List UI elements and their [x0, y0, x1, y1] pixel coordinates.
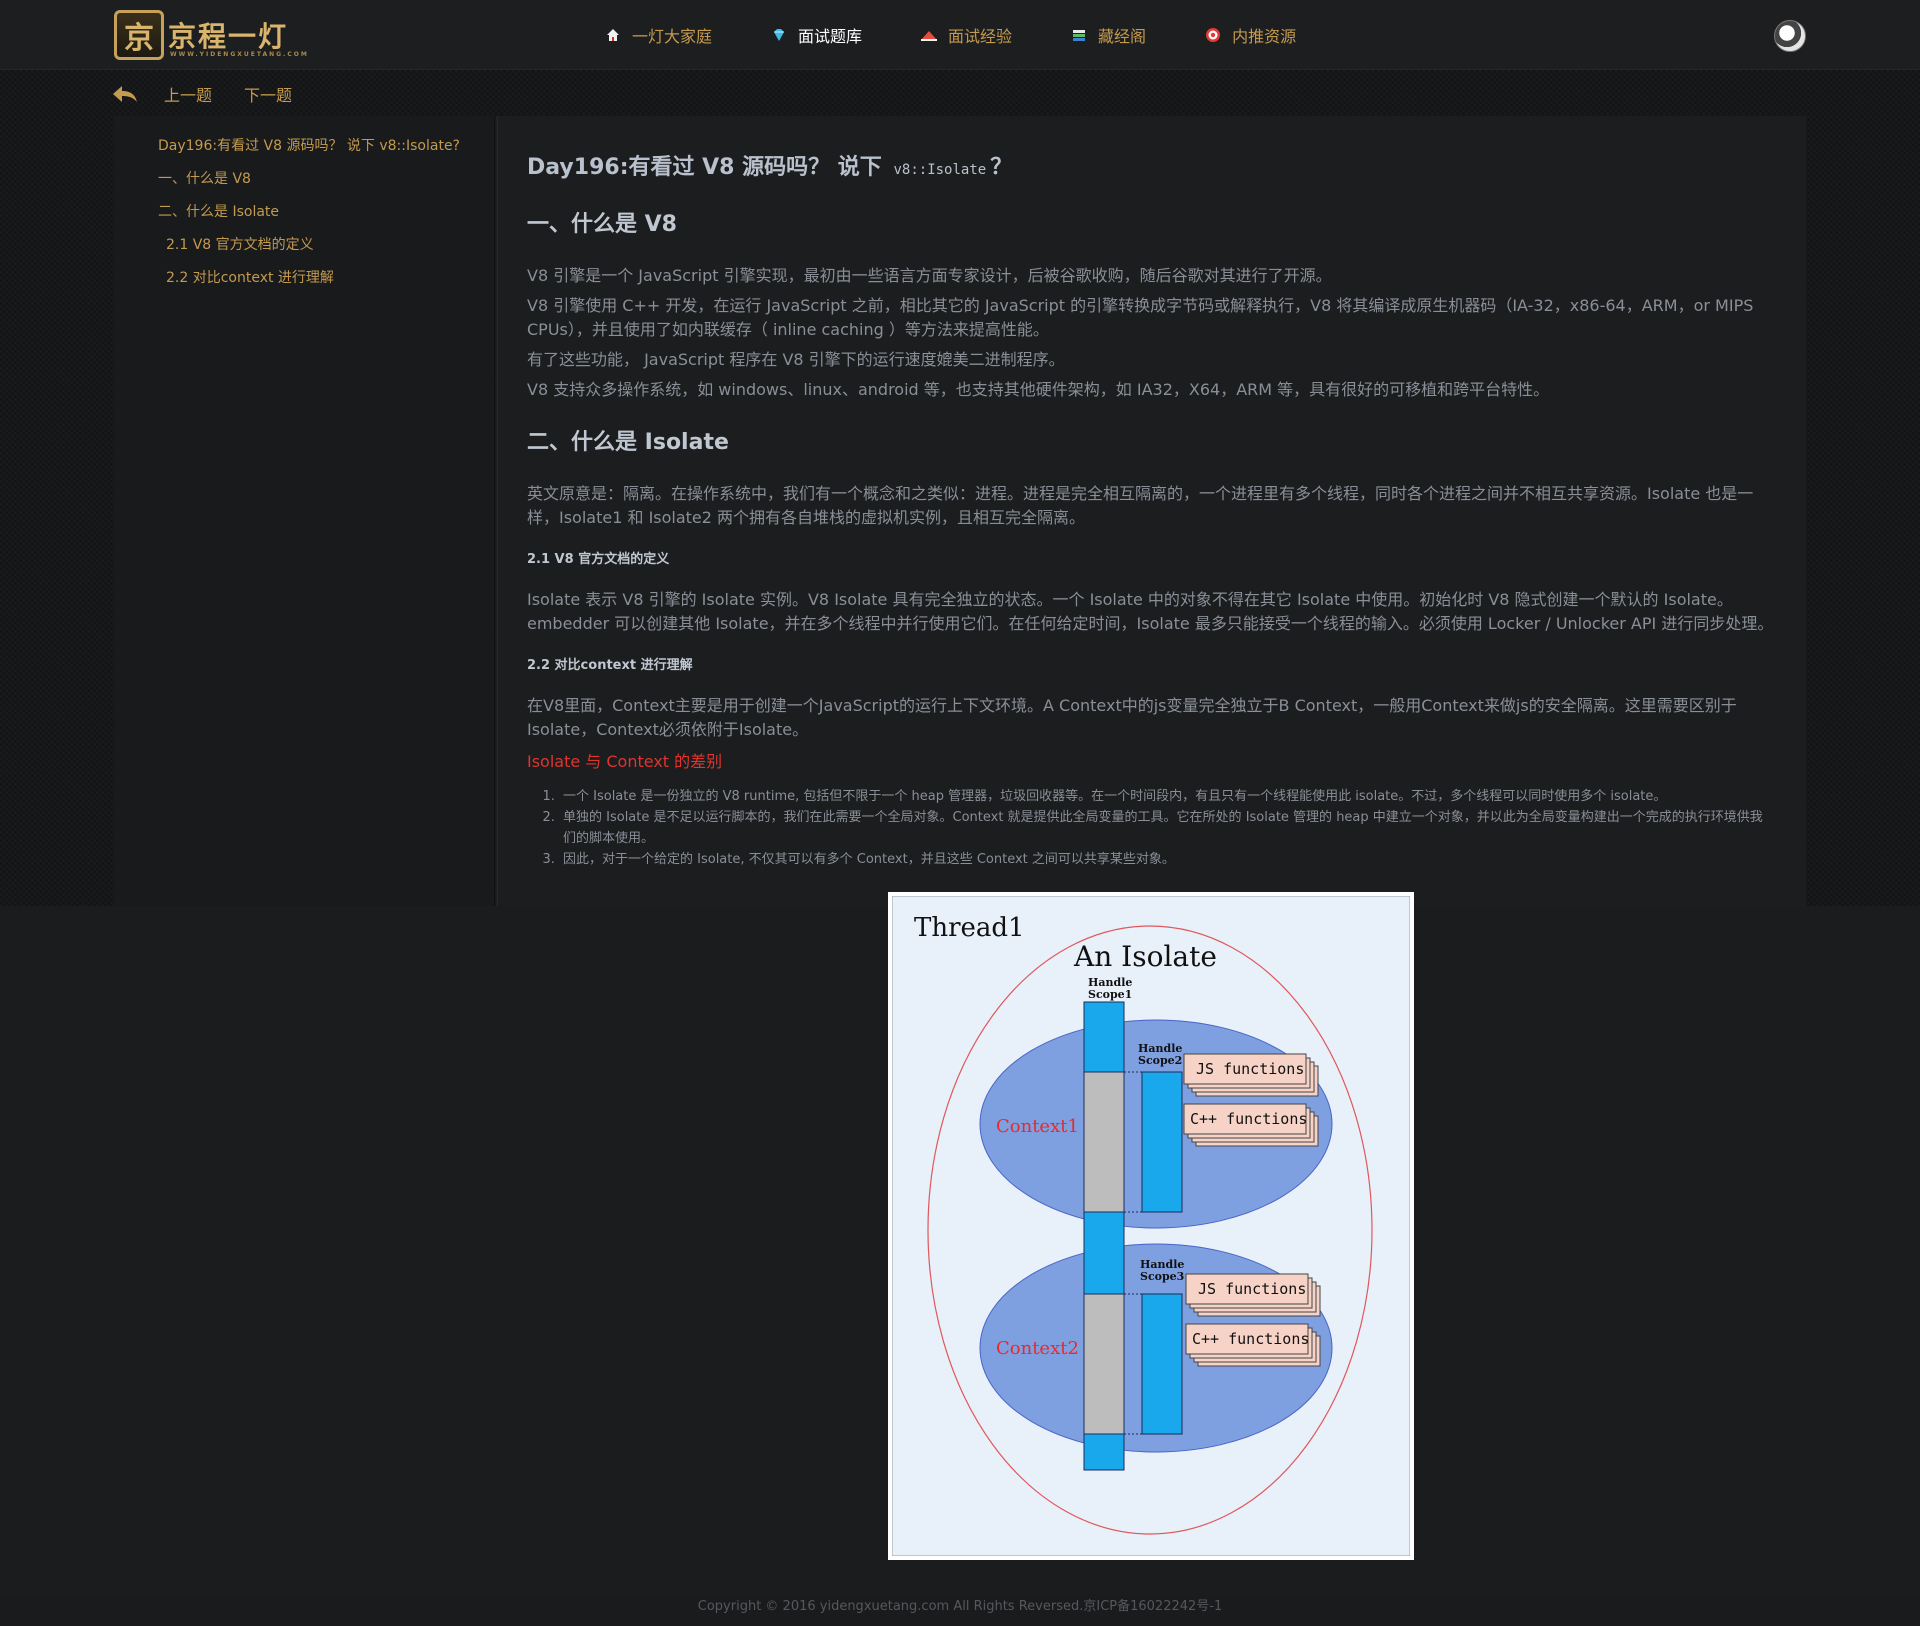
main-nav: 一灯大家庭 面试题库 面试经验 藏经阁 内推资源 — [604, 20, 1354, 50]
handle-scope3-bar — [1141, 1293, 1183, 1435]
list-item: 单独的 Isolate 是不足以运行脚本的，我们在此需要一个全局对象。Conte… — [559, 807, 1775, 849]
site-logo[interactable]: 京 京程一灯 WWW.YIDENGXUETANG.COM — [114, 8, 307, 62]
js-functions-label: JS functions — [1196, 1060, 1304, 1078]
article-body: Day196:有看过 V8 源码吗？ 说下 v8::Isolate？ 一、什么是… — [527, 152, 1775, 870]
logo-text: 京程一灯 WWW.YIDENGXUETANG.COM — [168, 15, 307, 58]
scope3-label-line2: Scope3 — [1140, 1270, 1184, 1283]
diff-list: 一个 Isolate 是一份独立的 V8 runtime, 包括但不限于一个 h… — [527, 786, 1775, 870]
logo-mark: 京 — [114, 10, 164, 60]
context2-label: Context2 — [996, 1338, 1079, 1359]
handle-scope2-bar — [1141, 1071, 1183, 1213]
site-footer: Copyright © 2016 yidengxuetang.com All R… — [0, 1594, 1920, 1626]
js-functions-stack-2: JS functions — [1185, 1273, 1321, 1317]
cpp-functions-stack-2: C++ functions — [1185, 1323, 1321, 1367]
scope1-context1-segment — [1083, 1071, 1125, 1213]
title-text: Day196:有看过 V8 源码吗？ 说下 — [527, 155, 882, 180]
list-item: 一个 Isolate 是一份独立的 V8 runtime, 包括但不限于一个 h… — [559, 786, 1775, 807]
user-avatar[interactable] — [1774, 20, 1806, 52]
target-icon — [1204, 26, 1222, 44]
section-heading-v8: 一、什么是 V8 — [527, 212, 677, 237]
nav-label: 面试题库 — [798, 27, 863, 46]
copyright-text: Copyright © 2016 yidengxuetang.com All R… — [697, 1599, 1223, 1614]
paragraph: V8 引擎使用 C++ 开发，在运行 JavaScript 之前，相比其它的 J… — [527, 296, 1754, 339]
question-pager: 上一题 下一题 — [112, 80, 324, 108]
toc-item-official-def[interactable]: 2.1 V8 官方文档的定义 — [158, 229, 460, 262]
nav-item-referral[interactable]: 内推资源 — [1204, 20, 1296, 50]
subsection-heading-context: 2.2 对比context 进行理解 — [527, 658, 693, 673]
cpp-functions-label: C++ functions — [1192, 1330, 1309, 1348]
page-title: Day196:有看过 V8 源码吗？ 说下 v8::Isolate？ — [527, 152, 1775, 186]
toc-item-title[interactable]: Day196:有看过 V8 源码吗？ 说下 v8::Isolate? — [158, 130, 460, 163]
toc-list: Day196:有看过 V8 源码吗？ 说下 v8::Isolate? 一、什么是… — [158, 130, 460, 295]
next-question-link[interactable]: 下一题 — [244, 82, 292, 106]
paragraph: Isolate 表示 V8 引擎的 Isolate 实例。V8 Isolate … — [527, 590, 1774, 633]
toc-item-context-compare[interactable]: 2.2 对比context 进行理解 — [158, 262, 460, 295]
paragraph: 有了这些功能， JavaScript 程序在 V8 引擎下的运行速度媲美二进制程… — [527, 350, 1065, 369]
prev-question-link[interactable]: 上一题 — [164, 82, 212, 106]
nav-label: 藏经阁 — [1098, 27, 1147, 46]
isolate-diagram: Thread1 An Isolate Handle Scope1 Handle … — [888, 892, 1414, 1560]
scope1-context2-segment — [1083, 1293, 1125, 1435]
back-arrow-icon[interactable] — [112, 84, 138, 104]
js-functions-label: JS functions — [1198, 1280, 1306, 1298]
home-icon — [604, 26, 622, 44]
article-panel: Day196:有看过 V8 源码吗？ 说下 v8::Isolate？ 一、什么是… — [498, 116, 1806, 906]
nav-label: 一灯大家庭 — [632, 27, 713, 46]
thread-label: Thread1 — [914, 913, 1025, 943]
hat-icon — [920, 26, 938, 44]
toc-item-v8[interactable]: 一、什么是 V8 — [158, 163, 460, 196]
top-navbar: 京 京程一灯 WWW.YIDENGXUETANG.COM 一灯大家庭 面试题库 … — [0, 0, 1920, 70]
subsection-heading-official-def: 2.1 V8 官方文档的定义 — [527, 552, 670, 567]
context1-label: Context1 — [996, 1116, 1079, 1137]
nav-item-family[interactable]: 一灯大家庭 — [604, 20, 712, 50]
section-heading-isolate: 二、什么是 Isolate — [527, 430, 729, 455]
logo-title: 京程一灯 — [168, 20, 289, 53]
paragraph: V8 支持众多操作系统，如 windows、linux、android 等，也支… — [527, 380, 1550, 399]
paragraph: 英文原意是：隔离。在操作系统中，我们有一个概念和之类似：进程。进程是完全相互隔离… — [527, 484, 1754, 527]
cpp-functions-stack-1: C++ functions — [1183, 1103, 1319, 1147]
diff-heading: Isolate 与 Context 的差别 — [527, 752, 723, 771]
scope1-label-line2: Scope1 — [1088, 988, 1132, 1001]
title-suffix: ？ — [990, 155, 1013, 180]
diamond-icon — [770, 26, 788, 44]
nav-item-experience[interactable]: 面试经验 — [920, 20, 1012, 50]
title-code: v8::Isolate — [893, 162, 987, 178]
toc-item-isolate[interactable]: 二、什么是 Isolate — [158, 196, 460, 229]
paragraph: V8 引擎是一个 JavaScript 引擎实现，最初由一些语言方面专家设计，后… — [527, 266, 1332, 285]
books-icon — [1070, 26, 1088, 44]
nav-item-library[interactable]: 藏经阁 — [1070, 20, 1146, 50]
isolate-label: An Isolate — [1073, 940, 1217, 973]
logo-subtitle: WWW.YIDENGXUETANG.COM — [170, 51, 309, 58]
js-functions-stack-1: JS functions — [1183, 1053, 1319, 1097]
nav-item-question-bank[interactable]: 面试题库 — [770, 20, 862, 50]
cpp-functions-label: C++ functions — [1190, 1110, 1307, 1128]
paragraph: 在V8里面，Context主要是用于创建一个JavaScript的运行上下文环境… — [527, 696, 1737, 739]
table-of-contents: Day196:有看过 V8 源码吗？ 说下 v8::Isolate? 一、什么是… — [114, 116, 496, 906]
list-item: 因此，对于一个给定的 Isolate, 不仅其可以有多个 Context，并且这… — [559, 849, 1775, 870]
isolate-diagram-svg: Thread1 An Isolate Handle Scope1 Handle … — [892, 896, 1410, 1556]
nav-label: 内推资源 — [1232, 27, 1297, 46]
scope2-label-line2: Scope2 — [1138, 1054, 1182, 1067]
nav-label: 面试经验 — [948, 27, 1013, 46]
